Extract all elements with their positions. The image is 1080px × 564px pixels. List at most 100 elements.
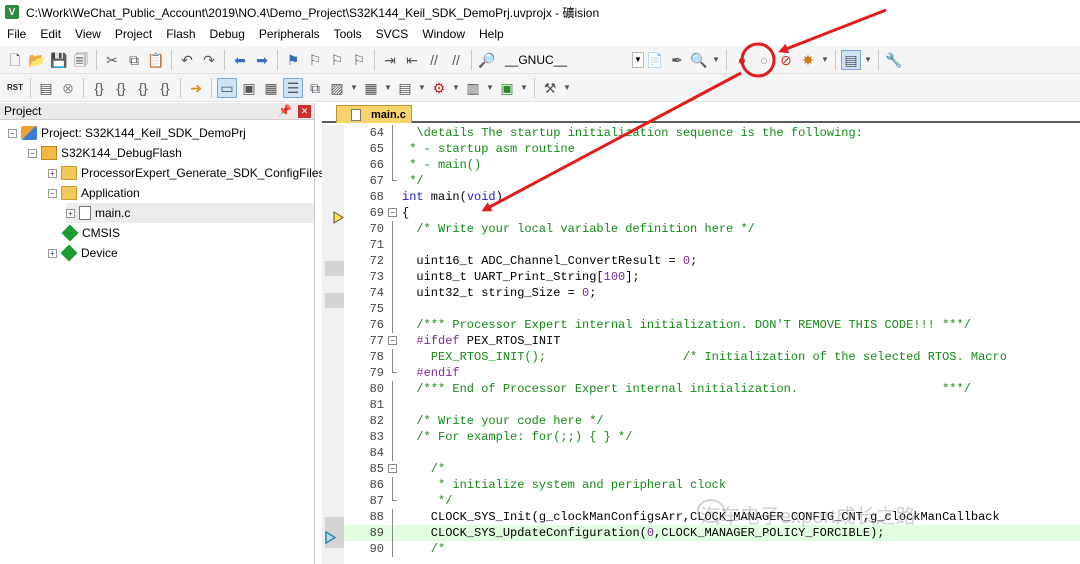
- collapse-icon[interactable]: −: [28, 148, 37, 158]
- code-line[interactable]: 73 uint8_t UART_Print_String[100];: [344, 269, 1080, 285]
- title-bar[interactable]: V C:\Work\WeChat_Public_Account\2019\NO.…: [0, 0, 1080, 24]
- expand-icon[interactable]: +: [66, 208, 75, 218]
- chevron-down-icon[interactable]: ▼: [632, 51, 644, 68]
- code-line[interactable]: 72 uint16_t ADC_Channel_ConvertResult = …: [344, 253, 1080, 269]
- collapse-icon[interactable]: −: [48, 188, 57, 198]
- fold-toggle-icon[interactable]: −: [388, 464, 397, 473]
- menu-debug[interactable]: Debug: [203, 24, 252, 44]
- disable-breakpoints-icon[interactable]: ⊘: [776, 50, 796, 70]
- run-icon[interactable]: ▤: [36, 78, 56, 98]
- analysis-window-icon[interactable]: ⚙: [429, 78, 449, 98]
- close-icon[interactable]: ✕: [298, 105, 311, 118]
- show-next-statement-icon[interactable]: ➔: [186, 78, 206, 98]
- menu-file[interactable]: File: [0, 24, 33, 44]
- nav-back-icon[interactable]: ⬅: [230, 50, 250, 70]
- code-line[interactable]: 80 /*** End of Processor Expert internal…: [344, 381, 1080, 397]
- next-bookmark-icon[interactable]: ⚐: [327, 50, 347, 70]
- bookmark-icon[interactable]: ⚑: [283, 50, 303, 70]
- unindent-icon[interactable]: ⇤: [402, 50, 422, 70]
- code-line[interactable]: 64 \details The startup initialization s…: [344, 125, 1080, 141]
- system-viewer-dropdown-icon[interactable]: ▼: [519, 78, 529, 98]
- menu-svcs[interactable]: SVCS: [369, 24, 416, 44]
- code-line[interactable]: 85− /*: [344, 461, 1080, 477]
- menu-window[interactable]: Window: [415, 24, 472, 44]
- code-line[interactable]: 67 */: [344, 173, 1080, 189]
- registers-window-icon[interactable]: ☰: [283, 77, 303, 98]
- paste-icon[interactable]: 📋: [146, 50, 166, 70]
- window-layout-icon[interactable]: ▤: [841, 49, 861, 70]
- code-line[interactable]: 78 PEX_RTOS_INIT(); /* Initialization of…: [344, 349, 1080, 365]
- watch-window-icon[interactable]: ▨: [327, 78, 347, 98]
- start-debug-session-icon[interactable]: 🔍: [689, 50, 709, 70]
- code-line[interactable]: 86 * initialize system and peripheral cl…: [344, 477, 1080, 493]
- undo-icon[interactable]: ↶: [177, 50, 197, 70]
- memory-dropdown-icon[interactable]: ▼: [383, 78, 393, 98]
- stop-icon[interactable]: ⊗: [58, 78, 78, 98]
- insert-breakpoint-icon[interactable]: ●: [732, 50, 752, 70]
- configure-icon[interactable]: 🔧: [884, 50, 904, 70]
- serial-dropdown-icon[interactable]: ▼: [417, 78, 427, 98]
- tab-main-c[interactable]: main.c: [336, 105, 412, 123]
- code-line[interactable]: 74 uint32_t string_Size = 0;: [344, 285, 1080, 301]
- symbols-window-icon[interactable]: ▦: [261, 78, 281, 98]
- code-line[interactable]: 65 * - startup asm routine: [344, 141, 1080, 157]
- prev-bookmark-icon[interactable]: ⚐: [305, 50, 325, 70]
- step-out-icon[interactable]: {}: [133, 78, 153, 98]
- clear-bookmarks-icon[interactable]: ⚐: [349, 50, 369, 70]
- menu-help[interactable]: Help: [472, 24, 511, 44]
- watch-dropdown-icon[interactable]: ▼: [349, 78, 359, 98]
- tree-item-target[interactable]: − S32K144_DebugFlash: [28, 143, 182, 163]
- code-line[interactable]: 82 /* Write your code here */: [344, 413, 1080, 429]
- code-line[interactable]: 70 /* Write your local variable definiti…: [344, 221, 1080, 237]
- save-all-icon[interactable]: 🗐: [71, 50, 91, 70]
- kill-breakpoints-icon[interactable]: ✸: [798, 50, 818, 70]
- disassembly-window-icon[interactable]: ▣: [239, 78, 259, 98]
- code-line[interactable]: 69−{: [344, 205, 1080, 221]
- redo-icon[interactable]: ↷: [199, 50, 219, 70]
- call-stack-window-icon[interactable]: ⧉: [305, 78, 325, 98]
- code-line[interactable]: 76 /*** Processor Expert internal initia…: [344, 317, 1080, 333]
- toolbox-dropdown-icon[interactable]: ▼: [562, 78, 572, 98]
- trace-dropdown-icon[interactable]: ▼: [485, 78, 495, 98]
- tree-item-device[interactable]: + Device: [48, 243, 118, 263]
- fold-toggle-icon[interactable]: −: [388, 336, 397, 345]
- menu-view[interactable]: View: [68, 24, 108, 44]
- expand-icon[interactable]: +: [48, 168, 57, 178]
- code-line[interactable]: 79 #endif: [344, 365, 1080, 381]
- enable-breakpoint-icon[interactable]: ○: [754, 50, 774, 70]
- step-over-icon[interactable]: {}: [111, 78, 131, 98]
- code-line[interactable]: 90 /*: [344, 541, 1080, 557]
- memory-window-icon[interactable]: ▦: [361, 78, 381, 98]
- indent-icon[interactable]: ⇥: [380, 50, 400, 70]
- breakpoints-dropdown-icon[interactable]: ▼: [820, 50, 830, 70]
- code-line[interactable]: 77− #ifdef PEX_RTOS_INIT: [344, 333, 1080, 349]
- tree-item-group-application[interactable]: − Application: [48, 183, 140, 203]
- uncomment-icon[interactable]: //: [446, 50, 466, 70]
- code-line[interactable]: 71: [344, 237, 1080, 253]
- system-viewer-icon[interactable]: ▣: [497, 78, 517, 98]
- command-window-icon[interactable]: ▭: [217, 77, 237, 98]
- code-line[interactable]: 83 /* For example: for(;;) { } */: [344, 429, 1080, 445]
- breakpoint-margin[interactable]: [322, 125, 344, 564]
- reset-icon[interactable]: RST: [5, 78, 25, 98]
- fold-toggle-icon[interactable]: −: [388, 208, 397, 217]
- tree-item-cmsis[interactable]: CMSIS: [61, 223, 120, 243]
- find-icon[interactable]: 📄: [645, 50, 665, 70]
- code-line[interactable]: 81: [344, 397, 1080, 413]
- pin-icon[interactable]: 📌: [278, 104, 292, 117]
- code-line[interactable]: 75: [344, 301, 1080, 317]
- debug-dropdown-icon[interactable]: ▼: [711, 50, 721, 70]
- layout-dropdown-icon[interactable]: ▼: [863, 50, 873, 70]
- run-to-cursor-icon[interactable]: {}: [155, 78, 175, 98]
- save-icon[interactable]: 💾: [49, 50, 69, 70]
- toolbox-icon[interactable]: ⚒: [540, 78, 560, 98]
- open-file-icon[interactable]: 📂: [27, 50, 47, 70]
- menu-tools[interactable]: Tools: [327, 24, 369, 44]
- menu-flash[interactable]: Flash: [159, 24, 202, 44]
- step-into-icon[interactable]: {}: [89, 78, 109, 98]
- tree-item-project[interactable]: − Project: S32K144_Keil_SDK_DemoPrj: [8, 123, 246, 143]
- expand-icon[interactable]: +: [48, 248, 57, 258]
- code-line[interactable]: 84: [344, 445, 1080, 461]
- menu-edit[interactable]: Edit: [33, 24, 68, 44]
- tree-item-group-processorexpert[interactable]: + ProcessorExpert_Generate_SDK_ConfigFil…: [48, 163, 324, 183]
